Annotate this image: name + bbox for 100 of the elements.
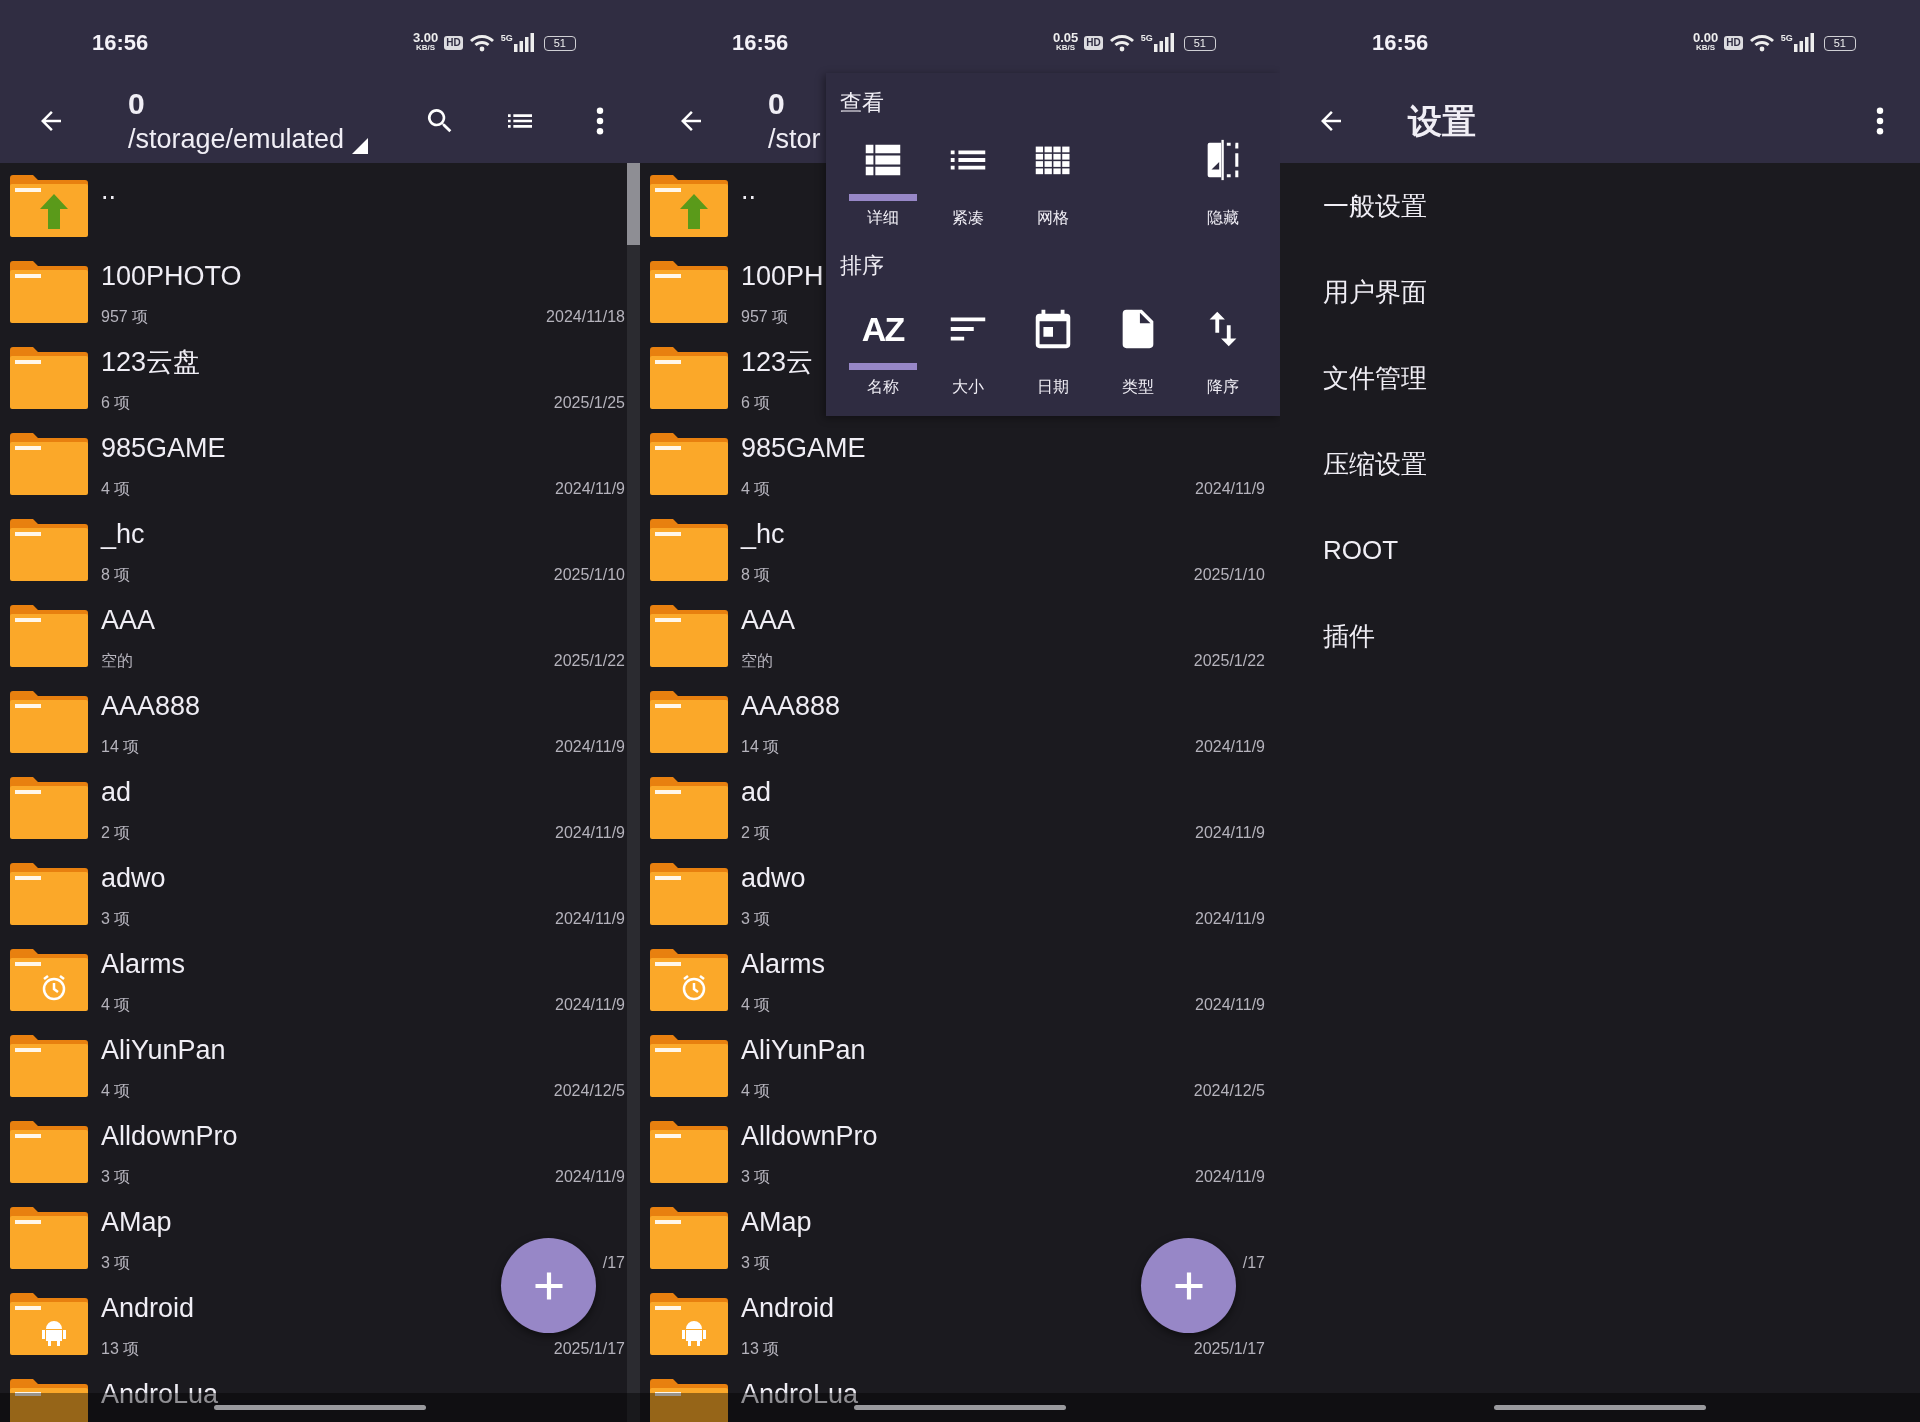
screen-title: 设置 (1408, 102, 1476, 139)
folder-name[interactable]: 985GAME (741, 431, 1265, 465)
gesture-handle[interactable] (214, 1405, 426, 1410)
folder-name[interactable]: Alarms (101, 947, 625, 981)
item-count: 13 项 (101, 1339, 140, 1359)
scrollbar-thumb[interactable] (627, 163, 640, 245)
battery-level: 51 (1823, 35, 1856, 51)
item-count: 6 项 (101, 393, 131, 413)
screen-title: 0 (768, 85, 786, 122)
folder-icon (10, 1121, 88, 1183)
menu-option[interactable]: 降序 (1180, 305, 1265, 398)
folder-icon (650, 691, 728, 753)
menu-option[interactable]: 类型 (1095, 305, 1180, 398)
menu-option[interactable]: 隐藏 (1180, 136, 1265, 229)
settings-item[interactable]: 一般设置 (1280, 163, 1920, 249)
folder-name[interactable]: AMap (101, 1205, 625, 1239)
menu-option[interactable]: 详细 (840, 136, 925, 229)
modified-date: 2025/1/25 (553, 393, 625, 413)
folder-name[interactable]: Android (741, 1291, 1265, 1325)
folder-name[interactable]: AAA (101, 603, 625, 637)
folder-name[interactable]: .. (101, 173, 625, 207)
folder-name[interactable]: AAA (741, 603, 1265, 637)
folder-android-icon (650, 1293, 728, 1355)
folder-name[interactable]: _hc (101, 517, 625, 551)
item-count: 4 项 (741, 479, 771, 499)
item-count: 3 项 (741, 1167, 771, 1187)
folder-name[interactable]: Alarms (741, 947, 1265, 981)
settings-item[interactable]: 文件管理 (1280, 335, 1920, 421)
folder-name[interactable]: AlldownPro (741, 1119, 1265, 1153)
item-count: 14 项 (101, 737, 140, 757)
folder-name[interactable]: adwo (741, 861, 1265, 895)
folder-name[interactable]: Android (101, 1291, 625, 1325)
item-count: 3 项 (101, 1253, 131, 1273)
settings-item[interactable]: ROOT (1280, 507, 1920, 593)
gesture-handle[interactable] (1494, 1405, 1706, 1410)
item-count: 空的 (101, 651, 133, 671)
menu-option[interactable]: AZ 名称 (840, 305, 925, 398)
folder-name[interactable]: AAA888 (101, 689, 625, 723)
sort-letters-icon: AZ (861, 309, 904, 349)
speed-unit: KB/S (1696, 43, 1716, 53)
folder-name[interactable]: AndroLua (741, 1377, 1265, 1411)
folder-path: /storage/emulated (128, 122, 345, 156)
folder-icon (10, 1035, 88, 1097)
folder-clock-icon (10, 949, 88, 1011)
folder-name[interactable]: _hc (741, 517, 1265, 551)
folder-icon (10, 777, 88, 839)
modified-date: 2024/11/9 (1195, 737, 1265, 757)
menu-option[interactable]: 日期 (1010, 305, 1095, 398)
modified-date: 2024/11/9 (555, 995, 625, 1015)
modified-date: 2024/11/9 (1195, 1167, 1265, 1187)
gesture-handle[interactable] (854, 1405, 1066, 1410)
wifi-icon (1748, 33, 1775, 53)
hd-badge: HD (1084, 36, 1103, 50)
menu-option[interactable]: 网格 (1010, 136, 1095, 229)
folder-name[interactable]: adwo (101, 861, 625, 895)
folder-name[interactable]: ad (741, 775, 1265, 809)
scrollbar-track[interactable] (627, 163, 640, 1422)
hd-badge: HD (1724, 36, 1743, 50)
folder-name[interactable]: 985GAME (101, 431, 625, 465)
menu-option[interactable]: 紧凑 (925, 136, 1010, 229)
item-count: 2 项 (101, 823, 131, 843)
modified-date: 2024/11/9 (1195, 479, 1265, 499)
modified-date: 2024/11/9 (555, 1167, 625, 1187)
folder-name[interactable]: AMap (741, 1205, 1265, 1239)
modified-date: /17 (602, 1253, 625, 1273)
network-speed: 3.00 (412, 33, 439, 43)
folder-icon (650, 863, 728, 925)
folder-icon (650, 433, 728, 495)
folder-name[interactable]: AliYunPan (101, 1033, 625, 1067)
hd-badge: HD (444, 36, 463, 50)
folder-icon (10, 691, 88, 753)
folder-name[interactable]: AliYunPan (741, 1033, 1265, 1067)
folder-name[interactable]: AndroLua (101, 1377, 625, 1411)
modified-date: 2024/11/18 (546, 307, 625, 327)
folder-icon (650, 1035, 728, 1097)
modified-date: 2024/11/9 (555, 909, 625, 929)
folder-name[interactable]: 100PHOTO (101, 259, 625, 293)
battery-level: 51 (543, 35, 576, 51)
dropdown-icon[interactable] (352, 137, 369, 154)
clock-time: 16:56 (92, 30, 149, 56)
more-icon (595, 106, 605, 135)
menu-option[interactable]: 大小 (925, 305, 1010, 398)
settings-item[interactable]: 用户界面 (1280, 249, 1920, 335)
folder-icon (650, 519, 728, 581)
folder-name[interactable]: AlldownPro (101, 1119, 625, 1153)
settings-item[interactable]: 插件 (1280, 593, 1920, 679)
folder-name[interactable]: 123云盘 (101, 345, 625, 379)
modified-date: 2025/1/22 (1193, 651, 1265, 671)
folder-arrow-icon (10, 175, 88, 237)
item-count: 13 项 (741, 1339, 780, 1359)
item-count: 4 项 (741, 1081, 771, 1101)
settings-item[interactable]: 压缩设置 (1280, 421, 1920, 507)
item-count: 8 项 (101, 565, 131, 585)
modified-date: 2024/11/9 (1195, 823, 1265, 843)
network-type: 5G (1140, 33, 1153, 43)
folder-name[interactable]: AAA888 (741, 689, 1265, 723)
folder-icon (650, 1207, 728, 1269)
folder-path: /stor (768, 122, 821, 156)
modified-date: 2024/12/5 (553, 1081, 625, 1101)
folder-name[interactable]: ad (101, 775, 625, 809)
